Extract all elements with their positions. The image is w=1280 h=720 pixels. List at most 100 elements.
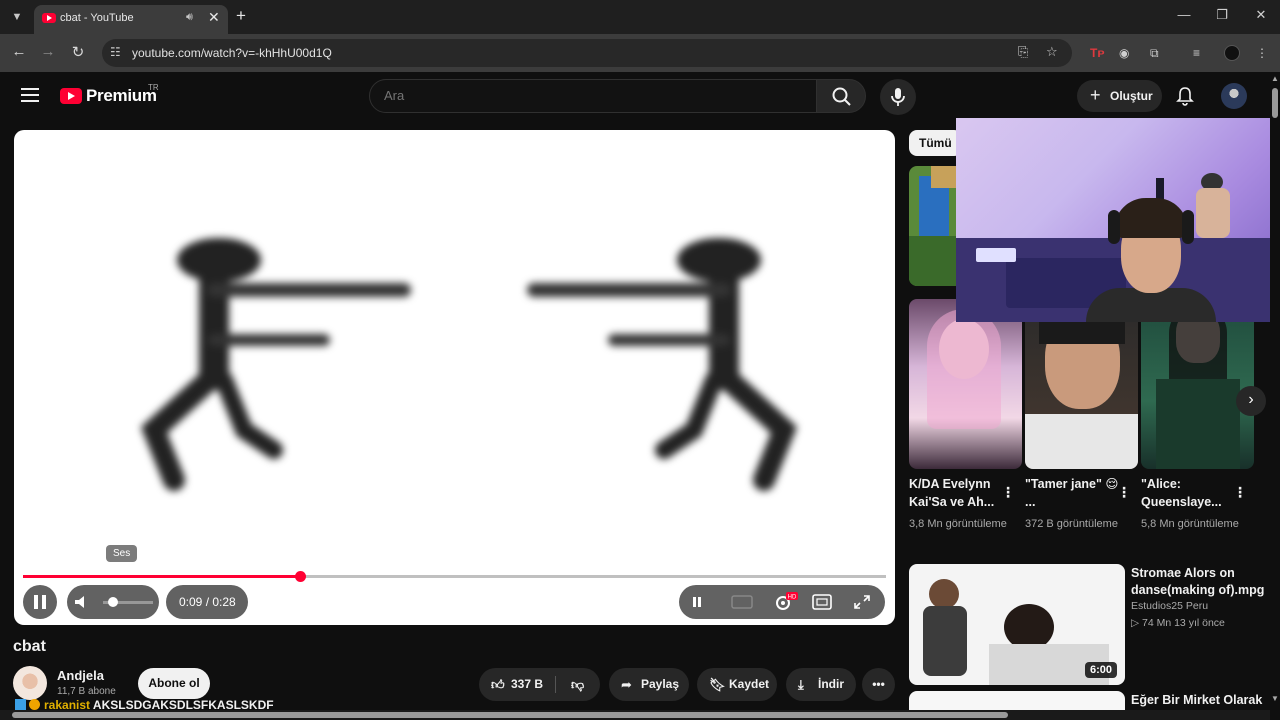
divider <box>555 676 556 693</box>
bookmark-star-icon[interactable]: ☆ <box>1046 44 1058 60</box>
browser-tab[interactable]: cbat - YouTube 🔊︎ ✕ <box>34 5 228 34</box>
more-options-icon[interactable]: ⋮ <box>1001 484 1015 501</box>
video-channel[interactable]: Estudios25 Peru <box>1131 600 1208 612</box>
logo-text[interactable]: Premium <box>86 86 157 106</box>
create-button[interactable]: + Oluştur <box>1077 80 1162 112</box>
close-window-icon[interactable]: ✕ <box>1251 7 1271 23</box>
fullscreen-icon[interactable] <box>853 594 871 610</box>
video-player[interactable]: Ses 0:09 / 0:28 HD <box>14 130 895 625</box>
scroll-up-icon[interactable]: ▲ <box>1271 74 1279 83</box>
short-title[interactable]: "Alice: Queenslaye... <box>1141 475 1241 511</box>
site-info-icon[interactable]: ☷ <box>110 45 121 59</box>
volume-icon[interactable] <box>72 593 92 611</box>
scroll-down-icon[interactable]: ▼ <box>1271 694 1279 703</box>
account-avatar[interactable] <box>1221 83 1247 109</box>
address-bar[interactable]: ☷ youtube.com/watch?v=-khHhU00d1Q ⎘ ☆ <box>102 39 1072 67</box>
new-tab-icon[interactable]: + <box>236 6 246 26</box>
short-title[interactable]: K/DA Evelynn Kai'Sa ve Ah... <box>909 475 1009 511</box>
video-main-title: cbat <box>13 638 46 655</box>
progress-bar[interactable] <box>23 571 886 582</box>
extension-red-icon[interactable]: Tᴘ <box>1090 46 1105 60</box>
progress-scrubber[interactable] <box>295 571 307 582</box>
extension-face-icon[interactable]: ◉ <box>1119 46 1129 60</box>
subtitles-icon[interactable] <box>731 595 753 609</box>
video-thumbnail[interactable]: 6:00 <box>909 564 1125 685</box>
like-icon[interactable]: 👍︎ <box>491 668 505 701</box>
shelf-thumbnail[interactable] <box>909 166 956 286</box>
more-options-icon[interactable]: ⋮ <box>1233 484 1247 501</box>
media-controls-icon[interactable]: ≡ <box>1193 46 1200 60</box>
filter-chip-all[interactable]: Tümü <box>909 130 962 156</box>
share-button[interactable]: ➦ Paylaş <box>609 668 689 701</box>
short-views: 3,8 Mn görüntüleme <box>909 518 1007 530</box>
settings-gear-icon[interactable]: HD <box>772 591 800 613</box>
vertical-scrollbar[interactable]: ▲ ▼ <box>1270 72 1280 720</box>
browser-tab-bar: ▼ cbat - YouTube 🔊︎ ✕ + — ❐ ✕ <box>0 0 1280 34</box>
menu-icon[interactable] <box>21 88 39 102</box>
url-text[interactable]: youtube.com/watch?v=-khHhU00d1Q <box>132 46 332 60</box>
short-title[interactable]: "Tamer jane" 😌 ... <box>1025 475 1125 511</box>
volume-slider[interactable] <box>103 597 153 607</box>
video-meta: ▷ 74 Mn 13 yıl önce <box>1131 617 1225 629</box>
short-thumbnail[interactable] <box>1141 299 1254 469</box>
forward-icon[interactable]: → <box>38 43 58 60</box>
channel-avatar[interactable] <box>13 666 47 700</box>
short-thumbnail[interactable] <box>909 299 1022 469</box>
plus-icon: + <box>1090 85 1101 105</box>
video-title[interactable]: Stromae Alors on danse(making of).mpg <box>1131 565 1271 599</box>
youtube-logo-icon[interactable] <box>60 88 82 104</box>
chat-badge-icon <box>15 699 26 710</box>
like-count[interactable]: 337 B <box>511 668 543 701</box>
svg-text:HD: HD <box>788 595 797 601</box>
volume-knob[interactable] <box>108 597 118 607</box>
short-thumbnail[interactable] <box>1025 299 1138 469</box>
subscribe-button[interactable]: Abone ol <box>138 668 210 699</box>
tab-search-icon[interactable]: ▼ <box>8 9 26 25</box>
dislike-icon[interactable]: 👎︎ <box>571 668 584 701</box>
short-views: 372 B görüntüleme <box>1025 518 1118 530</box>
search-button[interactable] <box>816 79 866 113</box>
vertical-scroll-thumb[interactable] <box>1272 88 1278 118</box>
save-label: Kaydet <box>729 677 770 691</box>
audio-playing-icon[interactable]: 🔊︎ <box>186 11 193 24</box>
theater-mode-icon[interactable] <box>812 594 832 610</box>
search-box[interactable] <box>369 79 817 113</box>
channel-name[interactable]: Andjela <box>57 668 104 683</box>
play-pause-button[interactable] <box>23 585 57 619</box>
tab-close-icon[interactable]: ✕ <box>208 9 220 26</box>
notifications-bell-icon[interactable] <box>1176 86 1194 106</box>
video-figure-left <box>140 238 411 491</box>
more-actions-button[interactable]: ••• <box>862 668 895 701</box>
voice-search-button[interactable] <box>880 79 916 115</box>
volume-control[interactable] <box>67 585 159 619</box>
minimize-icon[interactable]: — <box>1174 7 1194 22</box>
search-input[interactable] <box>384 88 804 103</box>
install-app-icon[interactable]: ⎘ <box>1018 44 1028 60</box>
progress-fill <box>23 575 301 578</box>
microphone-icon <box>891 88 905 106</box>
restore-icon[interactable]: ❐ <box>1212 7 1232 23</box>
time-display: 0:09 / 0:28 <box>166 585 248 619</box>
chevron-right-icon[interactable]: › <box>1236 386 1266 416</box>
autoplay-toggle-icon[interactable] <box>689 595 705 609</box>
more-horizontal-icon: ••• <box>872 677 885 691</box>
browser-menu-icon[interactable]: ⋮ <box>1256 46 1268 60</box>
video-title[interactable]: Eğer Bir Mirket Olarak <box>1131 693 1262 707</box>
create-label: Oluştur <box>1110 89 1153 103</box>
pause-icon <box>34 595 46 609</box>
reload-icon[interactable]: ↻ <box>68 43 88 61</box>
horizontal-scrollbar[interactable] <box>0 710 1270 720</box>
download-button[interactable]: ⤓ İndir <box>786 668 856 701</box>
volume-tooltip: Ses <box>106 545 138 562</box>
time-text: 0:09 / 0:28 <box>179 595 236 609</box>
profile-icon[interactable] <box>1224 45 1240 61</box>
extensions-puzzle-icon[interactable]: ⧉ <box>1150 46 1159 61</box>
webcam-overlay <box>956 118 1280 322</box>
horizontal-scroll-thumb[interactable] <box>12 712 1008 718</box>
chat-warning-icon <box>29 699 40 710</box>
back-icon[interactable]: ← <box>9 43 29 60</box>
bookmark-icon: 🔖︎ <box>709 677 726 692</box>
save-button[interactable]: 🔖︎ Kaydet <box>697 668 777 701</box>
more-options-icon[interactable]: ⋮ <box>1117 484 1131 501</box>
short-views: 5,8 Mn görüntüleme <box>1141 518 1239 530</box>
